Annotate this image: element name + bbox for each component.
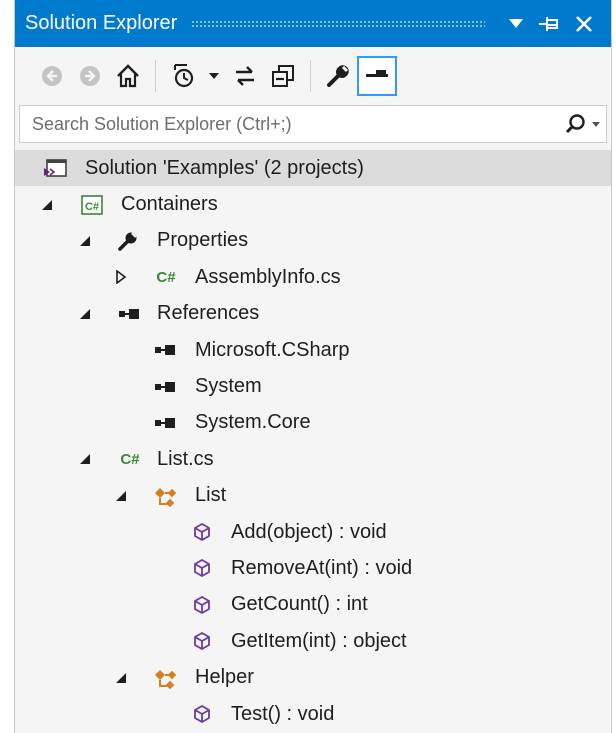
csharp-project-icon: C# xyxy=(79,194,105,216)
expanded-arrow-icon[interactable] xyxy=(113,488,129,504)
tree-item-class-list[interactable]: List xyxy=(15,478,611,514)
csharp-file-icon: C# xyxy=(156,268,176,286)
properties-button[interactable] xyxy=(319,57,357,95)
pin-icon xyxy=(539,16,558,31)
back-icon xyxy=(42,66,62,86)
tree-item-method[interactable]: GetItem(int) : object xyxy=(15,623,611,659)
home-icon xyxy=(117,64,139,88)
tree-item-label: Containers xyxy=(121,193,218,216)
toolbar-separator xyxy=(310,60,311,92)
tree-item-list-cs[interactable]: C# List.cs xyxy=(15,441,611,477)
tree-item-method[interactable]: Add(object) : void xyxy=(15,514,611,550)
preview-selected-items-icon xyxy=(366,70,388,77)
expanded-arrow-icon[interactable] xyxy=(77,451,93,467)
panel-title: Solution Explorer xyxy=(25,12,178,34)
tree-item-label: References xyxy=(157,302,260,325)
collapsed-arrow-icon[interactable] xyxy=(113,269,129,285)
tree-item-reference[interactable]: System xyxy=(15,368,611,404)
tree-item-method[interactable]: Test() : void xyxy=(15,696,611,732)
method-icon xyxy=(189,521,215,543)
close-icon xyxy=(576,15,592,32)
class-icon xyxy=(153,667,179,689)
home-button[interactable] xyxy=(109,57,147,95)
tree-item-label: Microsoft.CSharp xyxy=(195,338,350,361)
tree-item-reference[interactable]: Microsoft.CSharp xyxy=(15,332,611,368)
pending-changes-filter-button[interactable] xyxy=(164,57,202,95)
dropdown-arrow-icon xyxy=(509,18,523,28)
class-icon xyxy=(153,485,179,507)
tree-item-assemblyinfo[interactable]: C# AssemblyInfo.cs xyxy=(15,259,611,295)
solution-explorer-panel: Solution Explorer Search Solution Explor… xyxy=(14,0,612,733)
pin-button[interactable] xyxy=(533,7,567,41)
tree-item-label: List xyxy=(195,484,227,507)
tree-item-label: GetItem(int) : object xyxy=(231,629,407,652)
dropdown-icon xyxy=(209,73,219,79)
wrench-icon xyxy=(115,230,141,252)
toolbar-separator xyxy=(155,60,156,92)
tree-item-label: System xyxy=(195,375,262,398)
tree-item-class-helper[interactable]: Helper xyxy=(15,659,611,695)
filter-dropdown-button[interactable] xyxy=(202,57,226,95)
tree-item-solution[interactable]: Solution 'Examples' (2 projects) xyxy=(15,150,611,187)
expanded-arrow-icon[interactable] xyxy=(77,306,93,322)
sync-with-active-document-button[interactable] xyxy=(226,57,264,95)
tree-item-label: GetCount() : int xyxy=(231,593,368,616)
tree-item-label: RemoveAt(int) : void xyxy=(231,556,413,579)
collapse-all-icon xyxy=(272,65,294,87)
references-icon xyxy=(117,303,143,325)
tree-item-label: System.Core xyxy=(195,411,311,434)
tree-item-label: List.cs xyxy=(157,447,214,470)
preview-selected-items-button[interactable] xyxy=(357,56,397,96)
method-icon xyxy=(189,594,215,616)
pending-changes-filter-icon xyxy=(174,64,194,88)
method-icon xyxy=(189,557,215,579)
properties-wrench-icon xyxy=(327,65,349,87)
search-box[interactable] xyxy=(19,105,607,143)
title-bar: Solution Explorer xyxy=(15,0,611,47)
tree-item-properties[interactable]: Properties xyxy=(15,223,611,259)
tree-item-label: Helper xyxy=(195,666,254,689)
search-options-button[interactable] xyxy=(564,113,600,135)
tree-item-method[interactable]: RemoveAt(int) : void xyxy=(15,550,611,586)
search-icon xyxy=(565,114,585,134)
method-icon xyxy=(189,703,215,725)
method-icon xyxy=(189,630,215,652)
window-position-dropdown-button[interactable] xyxy=(499,7,533,41)
tree-item-reference[interactable]: System.Core xyxy=(15,405,611,441)
sync-with-active-document-icon xyxy=(236,66,254,86)
tree-item-label: Test() : void xyxy=(231,702,335,725)
forward-button[interactable] xyxy=(71,57,109,95)
search-dropdown-icon xyxy=(592,121,600,127)
tree-item-method[interactable]: GetCount() : int xyxy=(15,587,611,623)
forward-icon xyxy=(80,66,100,86)
search-input[interactable] xyxy=(32,113,564,135)
tree-item-label: Add(object) : void xyxy=(231,520,387,543)
tree-item-references[interactable]: References xyxy=(15,296,611,332)
tree-item-project-containers[interactable]: C# Containers xyxy=(15,186,611,222)
solution-tree: Solution 'Examples' (2 projects) C# Cont… xyxy=(15,150,611,732)
assembly-reference-icon xyxy=(153,339,179,361)
tree-item-label: Properties xyxy=(157,229,249,252)
drag-grip[interactable] xyxy=(191,19,485,28)
collapse-all-button[interactable] xyxy=(264,57,302,95)
expanded-arrow-icon[interactable] xyxy=(77,233,93,249)
csharp-file-icon: C# xyxy=(120,450,140,468)
toolbar xyxy=(15,47,611,105)
back-button[interactable] xyxy=(33,57,71,95)
tree-item-label: AssemblyInfo.cs xyxy=(195,265,341,288)
solution-icon xyxy=(43,157,69,179)
assembly-reference-icon xyxy=(153,412,179,434)
tree-item-label: Solution 'Examples' (2 projects) xyxy=(85,156,364,179)
assembly-reference-icon xyxy=(153,376,179,398)
expanded-arrow-icon[interactable] xyxy=(113,670,129,686)
svg-text:C#: C# xyxy=(85,201,99,213)
close-button[interactable] xyxy=(567,7,601,41)
expanded-arrow-icon[interactable] xyxy=(39,197,55,213)
